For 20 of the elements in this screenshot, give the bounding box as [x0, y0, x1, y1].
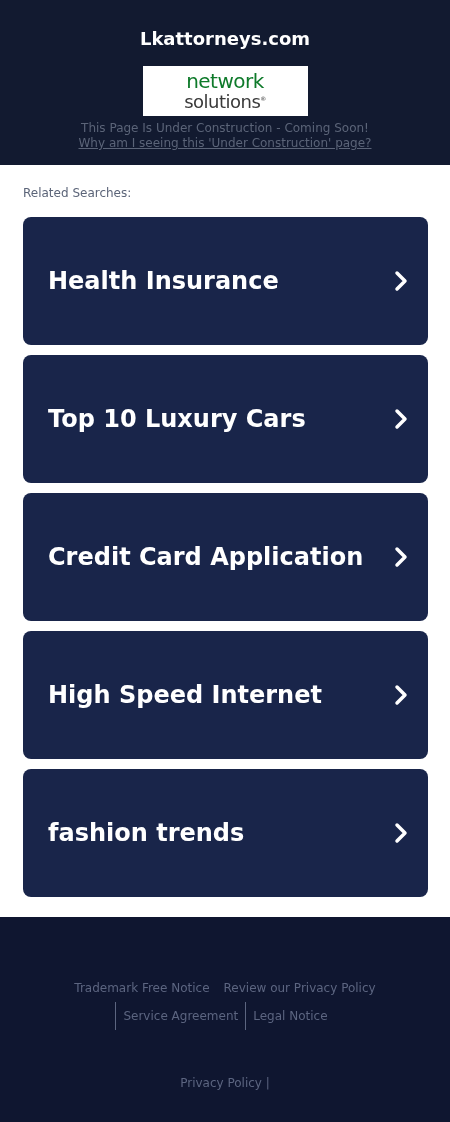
- search-link-card[interactable]: Health Insurance: [23, 217, 428, 345]
- footer-link[interactable]: Privacy Policy |: [180, 1076, 270, 1090]
- chevron-right-icon: [394, 546, 408, 568]
- chevron-right-icon: [394, 684, 408, 706]
- logo: network solutions$^{®}$: [142, 66, 308, 116]
- info-link[interactable]: Why am I seeing this 'Under Construction' page?: [78, 136, 372, 151]
- search-link-card[interactable]: fashion trends: [23, 769, 428, 897]
- site-title: Lkattorneys.com: [139, 28, 311, 50]
- search-link-card[interactable]: Credit Card Application: [23, 493, 428, 621]
- section-heading: Related Searches:: [23, 185, 133, 201]
- footer-link[interactable]: Legal Notice: [245, 1002, 335, 1030]
- search-link-card[interactable]: High Speed Internet: [23, 631, 428, 759]
- chevron-right-icon: [394, 270, 408, 292]
- notice-text: This Page Is Under Construction - Coming Soon!: [81, 121, 369, 136]
- footer-link[interactable]: Service Agreement: [115, 1002, 246, 1030]
- chevron-right-icon: [394, 408, 408, 430]
- footer-link[interactable]: Trademark Free Notice: [67, 974, 217, 1002]
- search-link-card[interactable]: Top 10 Luxury Cars: [23, 355, 428, 483]
- footer-link[interactable]: Review our Privacy Policy: [216, 974, 383, 1002]
- chevron-right-icon: [394, 822, 408, 844]
